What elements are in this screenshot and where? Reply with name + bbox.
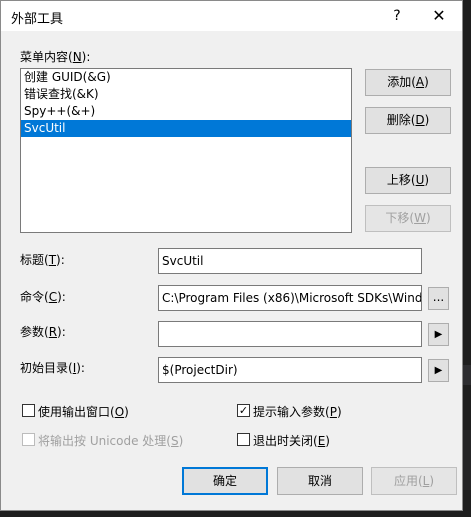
close-on-exit-checkbox[interactable] <box>237 433 250 446</box>
menu-contents-list[interactable]: 创建 GUID(&G) 错误查找(&K) Spy++(&+) SvcUtil <box>20 68 352 233</box>
menu-contents-label: 菜单内容(N): <box>20 50 91 64</box>
arrow-right-icon: ▶ <box>434 329 443 340</box>
list-item-error-lookup[interactable]: 错误查找(&K) <box>21 86 351 103</box>
external-tools-dialog: 外部工具 ? ✕ 菜单内容(N): 创建 GUID(&G) 错误查找(&K) S… <box>0 0 463 511</box>
arrow-right-icon: ▶ <box>434 365 443 376</box>
close-on-exit-label: 退出时关闭(E) <box>253 434 330 448</box>
command-label: 命令(C): <box>20 290 66 304</box>
title-input[interactable]: SvcUtil <box>158 248 422 274</box>
delete-button[interactable]: 删除(D) <box>365 107 451 134</box>
prompt-for-args-checkbox[interactable]: ✓ <box>237 404 250 417</box>
title-label: 标题(T): <box>20 253 65 267</box>
help-button[interactable]: ? <box>379 5 415 27</box>
arguments-label: 参数(R): <box>20 325 66 339</box>
browse-button[interactable]: ... <box>428 287 449 310</box>
initial-dir-input[interactable]: $(ProjectDir) <box>158 357 422 383</box>
use-output-window-label: 使用输出窗口(O) <box>38 405 129 419</box>
arguments-input[interactable] <box>158 321 422 347</box>
ok-button[interactable]: 确定 <box>182 467 268 495</box>
prompt-for-args-label: 提示输入参数(P) <box>253 405 342 419</box>
command-input[interactable]: C:\Program Files (x86)\Microsoft SDKs\Wi… <box>158 285 422 311</box>
background-strip <box>463 430 471 490</box>
cancel-button[interactable]: 取消 <box>277 467 363 495</box>
close-button[interactable]: ✕ <box>419 5 459 27</box>
initial-dir-label: 初始目录(I): <box>20 361 85 375</box>
treat-as-unicode-checkbox[interactable] <box>22 433 35 446</box>
arguments-macro-arrow-button[interactable]: ▶ <box>428 323 449 346</box>
list-item-svcutil[interactable]: SvcUtil <box>21 120 351 137</box>
dialog-title: 外部工具 <box>11 12 64 27</box>
move-down-button[interactable]: 下移(W) <box>365 205 451 232</box>
treat-as-unicode-label: 将输出按 Unicode 处理(S) <box>38 434 184 448</box>
add-button[interactable]: 添加(A) <box>365 69 451 96</box>
list-item-spy[interactable]: Spy++(&+) <box>21 103 351 120</box>
move-up-button[interactable]: 上移(U) <box>365 167 451 194</box>
use-output-window-checkbox[interactable] <box>22 404 35 417</box>
background-strip <box>463 365 471 385</box>
checkmark-icon: ✓ <box>238 404 249 417</box>
title-bar: 外部工具 ? ✕ <box>1 1 462 31</box>
initial-dir-macro-arrow-button[interactable]: ▶ <box>428 359 449 382</box>
list-item-create-guid[interactable]: 创建 GUID(&G) <box>21 69 351 86</box>
apply-button[interactable]: 应用(L) <box>371 467 457 495</box>
